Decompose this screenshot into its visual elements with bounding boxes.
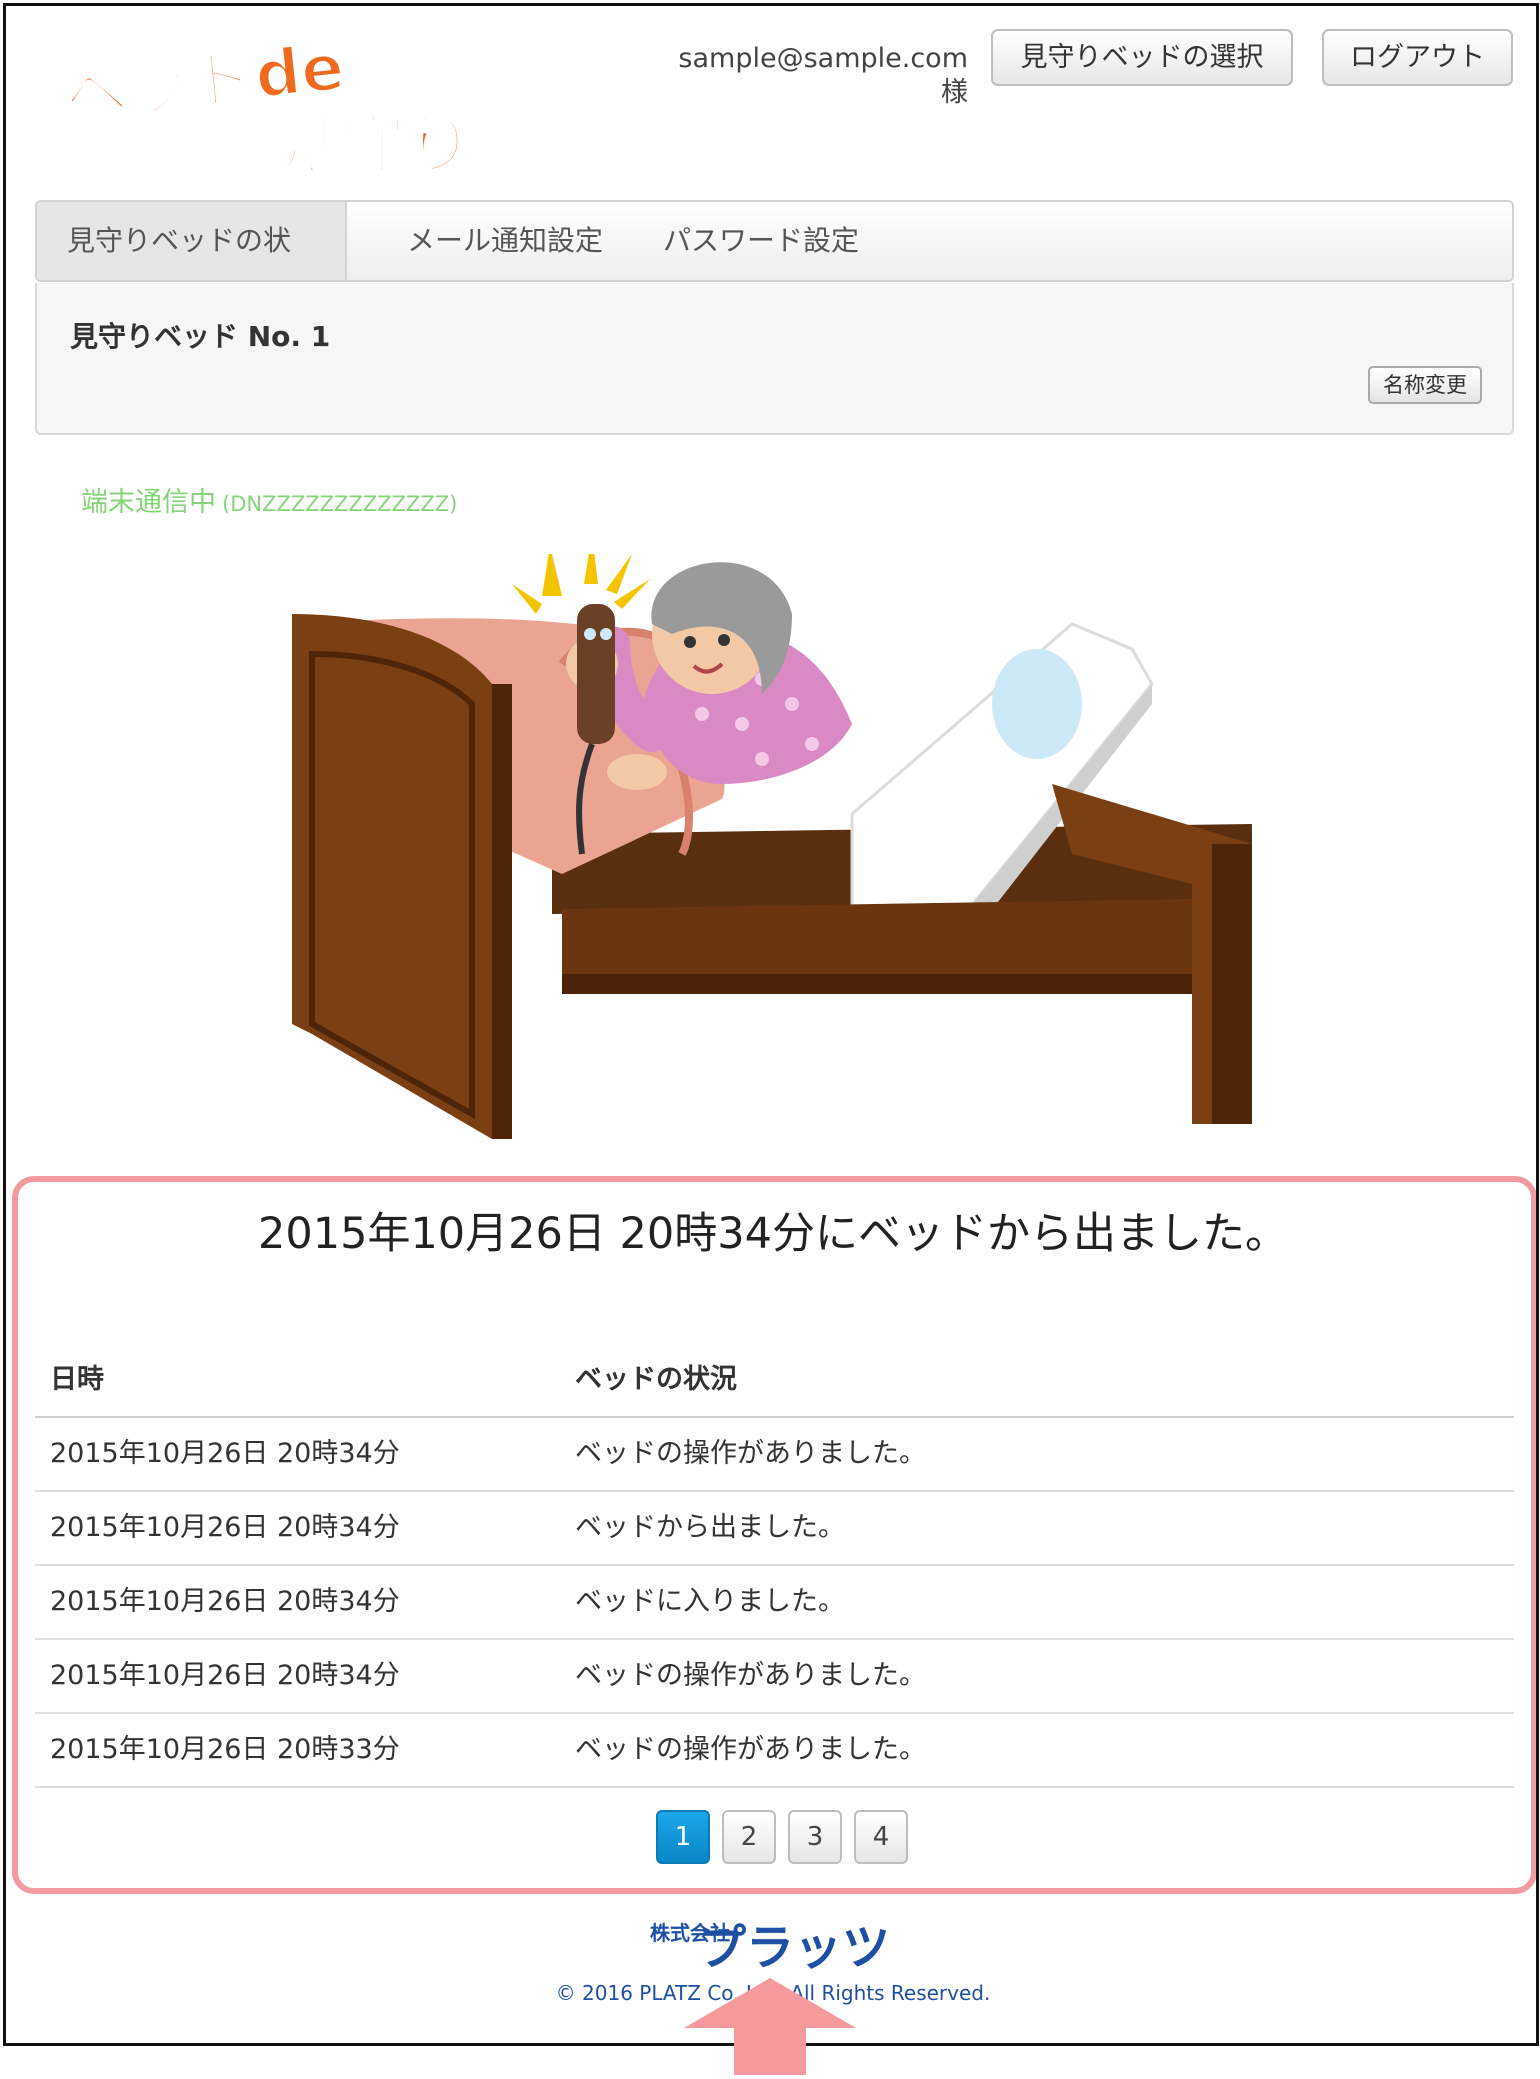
main-nav: 見守りベッドの状況 メール通知設定 パスワード設定 xyxy=(35,200,1514,335)
bed-illustration xyxy=(292,534,1272,1139)
app-frame: ベッドde 見守り隊 sample@sample.com 様 見守りベッドの選択… xyxy=(3,3,1539,2046)
tab-bed-status[interactable]: 見守りベッドの状況 xyxy=(37,202,347,335)
device-id: (DNZZZZZZZZZZZZZ) xyxy=(222,492,458,516)
logo-graphic: ベッドde 見守り隊 xyxy=(59,29,544,186)
bed-panel: 見守りベッド No. 1 名称変更 xyxy=(35,283,1514,435)
site-logo[interactable]: ベッドde 見守り隊 xyxy=(58,28,548,186)
bed-select-button[interactable]: 見守りベッドの選択 xyxy=(991,29,1293,86)
rename-button[interactable]: 名称変更 xyxy=(1368,366,1482,404)
company-logo-graphic: 株式会社 プラッツ xyxy=(650,1920,890,1976)
connection-status: 端末通信中 (DNZZZZZZZZZZZZZ) xyxy=(81,480,457,519)
company-logo-main-text: プラッツ xyxy=(698,1920,890,1972)
highlight-box xyxy=(12,1176,1536,1894)
up-arrow-icon xyxy=(684,1978,856,2075)
status-text: 端末通信中 xyxy=(81,487,216,518)
tab-mail-settings[interactable]: メール通知設定 xyxy=(377,202,633,280)
company-logo: 株式会社 プラッツ xyxy=(646,1914,906,1976)
bed-name: 見守りベッド No. 1 xyxy=(70,320,331,353)
elderly-woman-in-bed-image xyxy=(292,534,1252,1139)
user-email: sample@sample.com 様 xyxy=(678,43,968,108)
tab-password-settings[interactable]: パスワード設定 xyxy=(633,202,889,280)
logout-button[interactable]: ログアウト xyxy=(1322,29,1513,86)
logo-text-bottom: 見守り隊 xyxy=(270,106,542,178)
